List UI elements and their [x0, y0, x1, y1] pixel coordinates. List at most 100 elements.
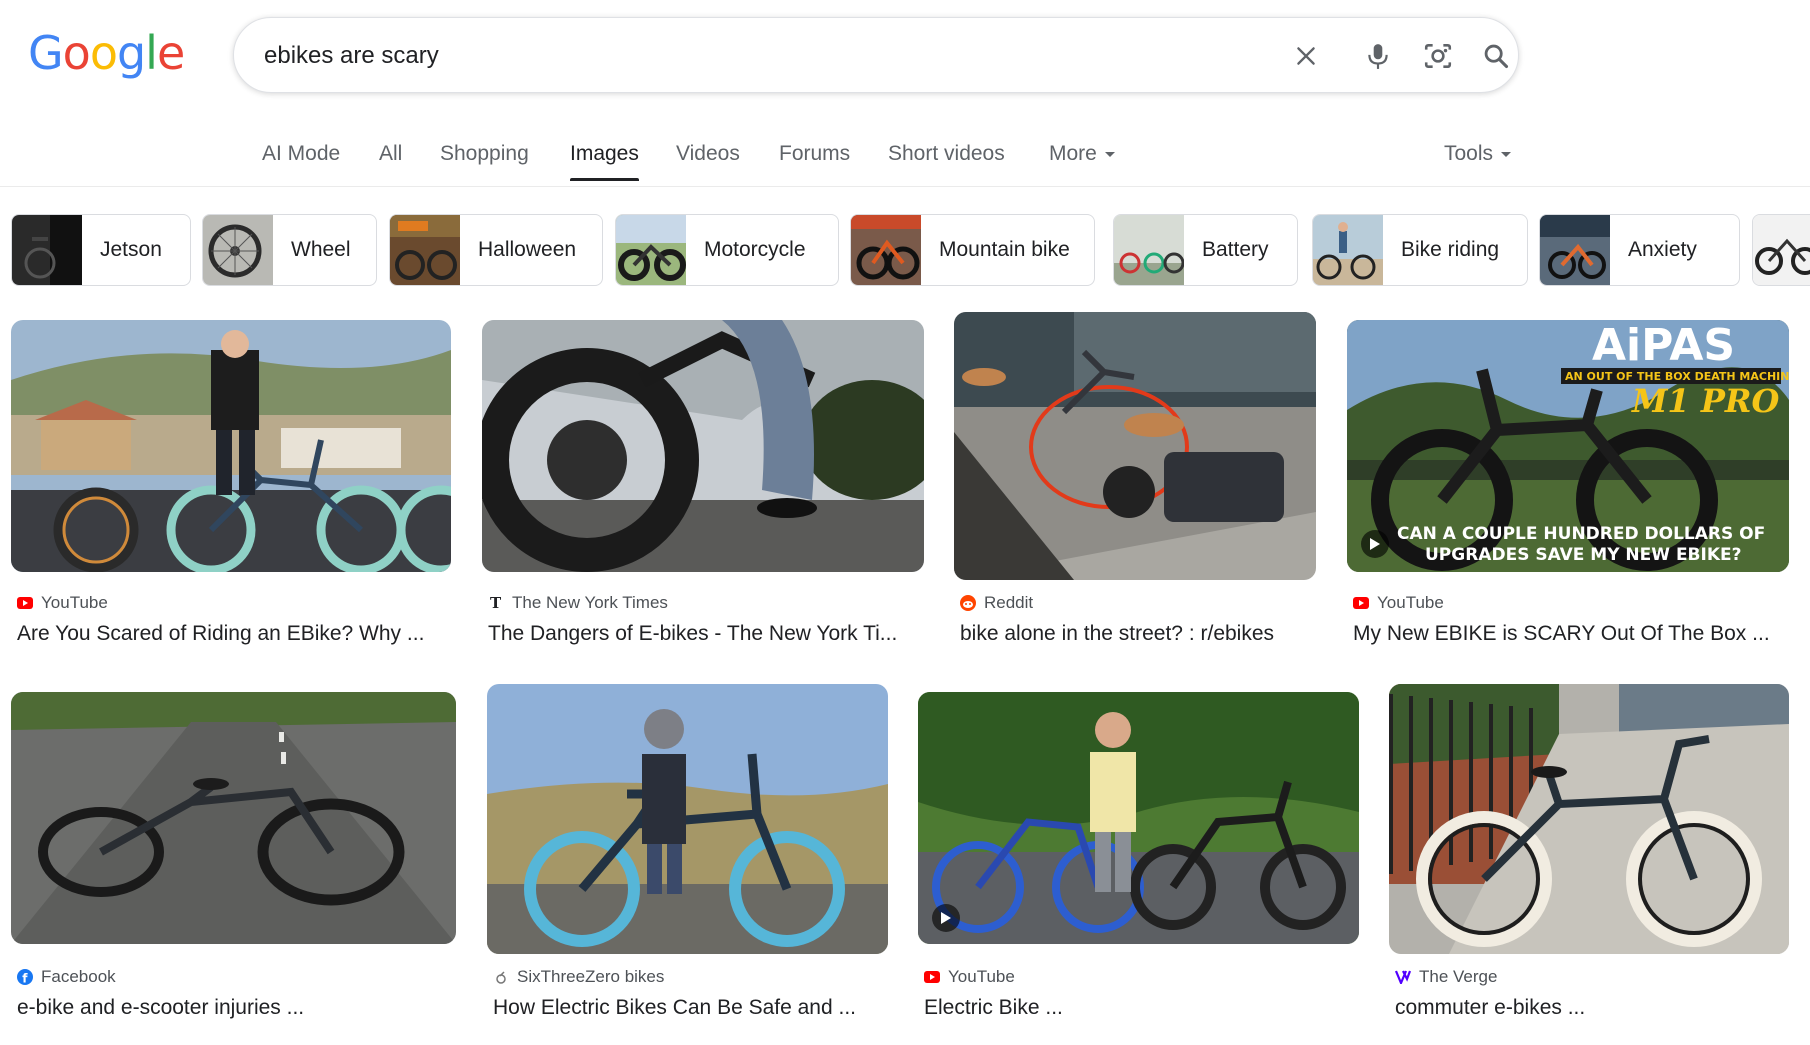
- result-source-name: The Verge: [1419, 967, 1498, 986]
- result-thumbnail[interactable]: [1389, 684, 1789, 954]
- tab-videos[interactable]: Videos: [676, 142, 740, 166]
- tab-images[interactable]: Images: [570, 142, 639, 181]
- result-source-name: YouTube: [1377, 593, 1444, 612]
- result-source: Reddit: [960, 593, 1033, 613]
- tab-more-label: More: [1049, 142, 1097, 165]
- chip-label: Bike riding: [1401, 238, 1500, 261]
- chip-label: Motorcycle: [704, 238, 806, 261]
- close-icon[interactable]: [1288, 38, 1324, 74]
- chip-mountain-bike[interactable]: Mountain bike: [850, 214, 1095, 286]
- chip-bike-riding[interactable]: Bike riding: [1312, 214, 1528, 286]
- chip-jetson[interactable]: Jetson: [11, 214, 191, 286]
- chip-thumbnail: [851, 215, 921, 285]
- logo-letter: o: [89, 26, 118, 80]
- chip-label: Jetson: [100, 238, 162, 261]
- search-icon[interactable]: [1478, 38, 1514, 74]
- youtube-icon: [924, 969, 940, 985]
- overlay-caption: CAN A COUPLE HUNDRED DOLLARS OF: [1397, 524, 1765, 544]
- result-source-name: Facebook: [41, 967, 116, 986]
- result-thumbnail[interactable]: [11, 320, 451, 572]
- chip-label: Battery: [1202, 238, 1269, 261]
- chip-battery[interactable]: Battery: [1113, 214, 1298, 286]
- microphone-icon[interactable]: [1360, 38, 1396, 74]
- search-input[interactable]: [262, 36, 1226, 76]
- result-title[interactable]: commuter e-bikes ...: [1395, 996, 1789, 1020]
- tab-all[interactable]: All: [379, 142, 402, 166]
- search-bar: [233, 17, 1519, 93]
- result-source-name: SixThreeZero bikes: [517, 967, 665, 986]
- tab-more[interactable]: More: [1049, 142, 1115, 166]
- facebook-icon: f: [17, 969, 33, 985]
- chevron-down-icon: [1501, 151, 1512, 157]
- result-thumbnail[interactable]: [918, 692, 1359, 944]
- result-source: YouTube: [1353, 593, 1444, 613]
- result-source-name: The New York Times: [512, 593, 668, 612]
- chip-label: Mountain bike: [939, 238, 1070, 261]
- chip-anxiety[interactable]: Anxiety: [1539, 214, 1740, 286]
- youtube-icon: [1353, 595, 1369, 611]
- nyt-icon: T: [488, 595, 504, 611]
- result-title[interactable]: Are You Scared of Riding an EBike? Why .…: [17, 622, 447, 646]
- chip-label: Halloween: [478, 238, 577, 261]
- result-source: YouTube: [17, 593, 108, 613]
- result-thumbnail[interactable]: [954, 312, 1316, 580]
- overlay-brand: AiPAS: [1592, 320, 1735, 371]
- image-result[interactable]: YouTube Are You Scared of Riding an EBik…: [11, 320, 451, 650]
- tools-button[interactable]: Tools: [1444, 142, 1512, 166]
- tools-label: Tools: [1444, 142, 1494, 165]
- verge-icon: [1395, 969, 1411, 985]
- image-result[interactable]: f Facebook e-bike and e-scooter injuries…: [11, 692, 456, 1022]
- result-thumbnail[interactable]: [487, 684, 888, 954]
- result-title[interactable]: Electric Bike ...: [924, 996, 1359, 1020]
- chip-thumbnail: [1540, 215, 1610, 285]
- lens-camera-icon[interactable]: [1420, 38, 1456, 74]
- result-title[interactable]: bike alone in the street? : r/ebikes: [960, 622, 1316, 646]
- tab-forums[interactable]: Forums: [779, 142, 850, 166]
- chip-thumbnail: [390, 215, 460, 285]
- svg-text:f: f: [22, 972, 28, 986]
- logo-letter: g: [116, 26, 146, 80]
- result-source: T The New York Times: [488, 593, 668, 613]
- chip-label: Wheel: [291, 238, 351, 261]
- image-result[interactable]: T The New York Times The Dangers of E-bi…: [482, 320, 924, 650]
- image-result[interactable]: YouTube Electric Bike ...: [918, 692, 1359, 1022]
- chip-partial[interactable]: [1752, 214, 1810, 286]
- chip-thumbnail: [1753, 215, 1810, 285]
- result-thumbnail[interactable]: [11, 692, 456, 944]
- image-result[interactable]: Reddit bike alone in the street? : r/ebi…: [954, 312, 1316, 650]
- result-thumbnail[interactable]: [482, 320, 924, 572]
- chip-wheel[interactable]: Wheel: [202, 214, 377, 286]
- play-icon: [1361, 530, 1389, 558]
- logo-letter: e: [156, 26, 185, 80]
- result-title[interactable]: My New EBIKE is SCARY Out Of The Box ...: [1353, 622, 1789, 646]
- result-source: The Verge: [1395, 967, 1497, 987]
- result-source: f Facebook: [17, 967, 116, 987]
- image-result[interactable]: The Verge commuter e-bikes ...: [1389, 684, 1789, 1022]
- chip-motorcycle[interactable]: Motorcycle: [615, 214, 839, 286]
- result-source-name: YouTube: [948, 967, 1015, 986]
- logo-letter: o: [62, 26, 91, 80]
- logo-letter: G: [28, 26, 64, 80]
- chip-halloween[interactable]: Halloween: [389, 214, 603, 286]
- search-tabs: AI Mode All Shopping Images Videos Forum…: [0, 130, 1810, 187]
- svg-text:T: T: [490, 595, 502, 611]
- overlay-caption: UPGRADES SAVE MY NEW EBIKE?: [1425, 545, 1741, 565]
- tab-short-videos[interactable]: Short videos: [888, 142, 1005, 166]
- result-source-name: Reddit: [984, 593, 1034, 612]
- result-title[interactable]: e-bike and e-scooter injuries ...: [17, 996, 455, 1020]
- reddit-icon: [960, 595, 976, 611]
- chip-thumbnail: [203, 215, 273, 285]
- image-result[interactable]: SixThreeZero bikes How Electric Bikes Ca…: [487, 684, 888, 1022]
- chip-thumbnail: [12, 215, 82, 285]
- chip-thumbnail: [1313, 215, 1383, 285]
- result-title[interactable]: How Electric Bikes Can Be Safe and ...: [493, 996, 888, 1020]
- tab-shopping[interactable]: Shopping: [440, 142, 529, 166]
- logo-letter: l: [145, 26, 158, 80]
- google-logo[interactable]: Google: [28, 26, 185, 80]
- image-result[interactable]: AiPAS AN OUT OF THE BOX DEATH MACHINE? M…: [1347, 320, 1789, 650]
- tab-ai-mode[interactable]: AI Mode: [262, 142, 340, 166]
- result-source: SixThreeZero bikes: [493, 967, 664, 987]
- result-title[interactable]: The Dangers of E-bikes - The New York Ti…: [488, 622, 920, 646]
- result-thumbnail[interactable]: AiPAS AN OUT OF THE BOX DEATH MACHINE? M…: [1347, 320, 1789, 572]
- result-source: YouTube: [924, 967, 1015, 987]
